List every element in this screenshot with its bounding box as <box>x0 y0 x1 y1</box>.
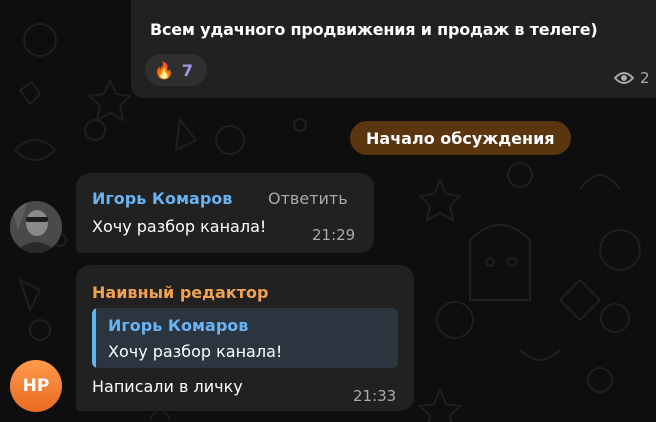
comment-author-name[interactable]: Игорь Комаров <box>92 189 232 208</box>
reply-time: 21:33 <box>353 387 397 405</box>
reaction-count: 7 <box>181 60 194 80</box>
quoted-author-name: Игорь Комаров <box>108 316 249 335</box>
fire-emoji-icon: 🔥 <box>154 60 174 80</box>
views-counter: 2 <box>614 69 650 87</box>
channel-post-text: Всем удачного продвижения и продаж в тел… <box>150 20 598 39</box>
reply-author-name[interactable]: Наивный редактор <box>92 283 268 302</box>
reaction-button[interactable]: 🔥 7 <box>145 54 207 86</box>
views-count: 2 <box>640 69 650 87</box>
reply-text: Написали в личку <box>92 377 243 396</box>
avatar-photo-image <box>10 201 62 253</box>
reply-button[interactable]: Ответить <box>268 189 348 208</box>
comment-text: Хочу разбор канала! <box>92 217 267 236</box>
comment-time: 21:29 <box>312 226 356 244</box>
quote-bar <box>92 308 96 368</box>
user-photo-avatar[interactable] <box>10 201 62 253</box>
channel-post-bubble <box>131 0 656 98</box>
initials-avatar[interactable]: НР <box>10 360 62 412</box>
eye-icon <box>614 72 634 84</box>
discussion-start-label: Начало обсуждения <box>350 121 571 155</box>
quoted-text: Хочу разбор канала! <box>108 342 283 361</box>
quoted-message[interactable]: Игорь Комаров Хочу разбор канала! <box>92 308 398 368</box>
